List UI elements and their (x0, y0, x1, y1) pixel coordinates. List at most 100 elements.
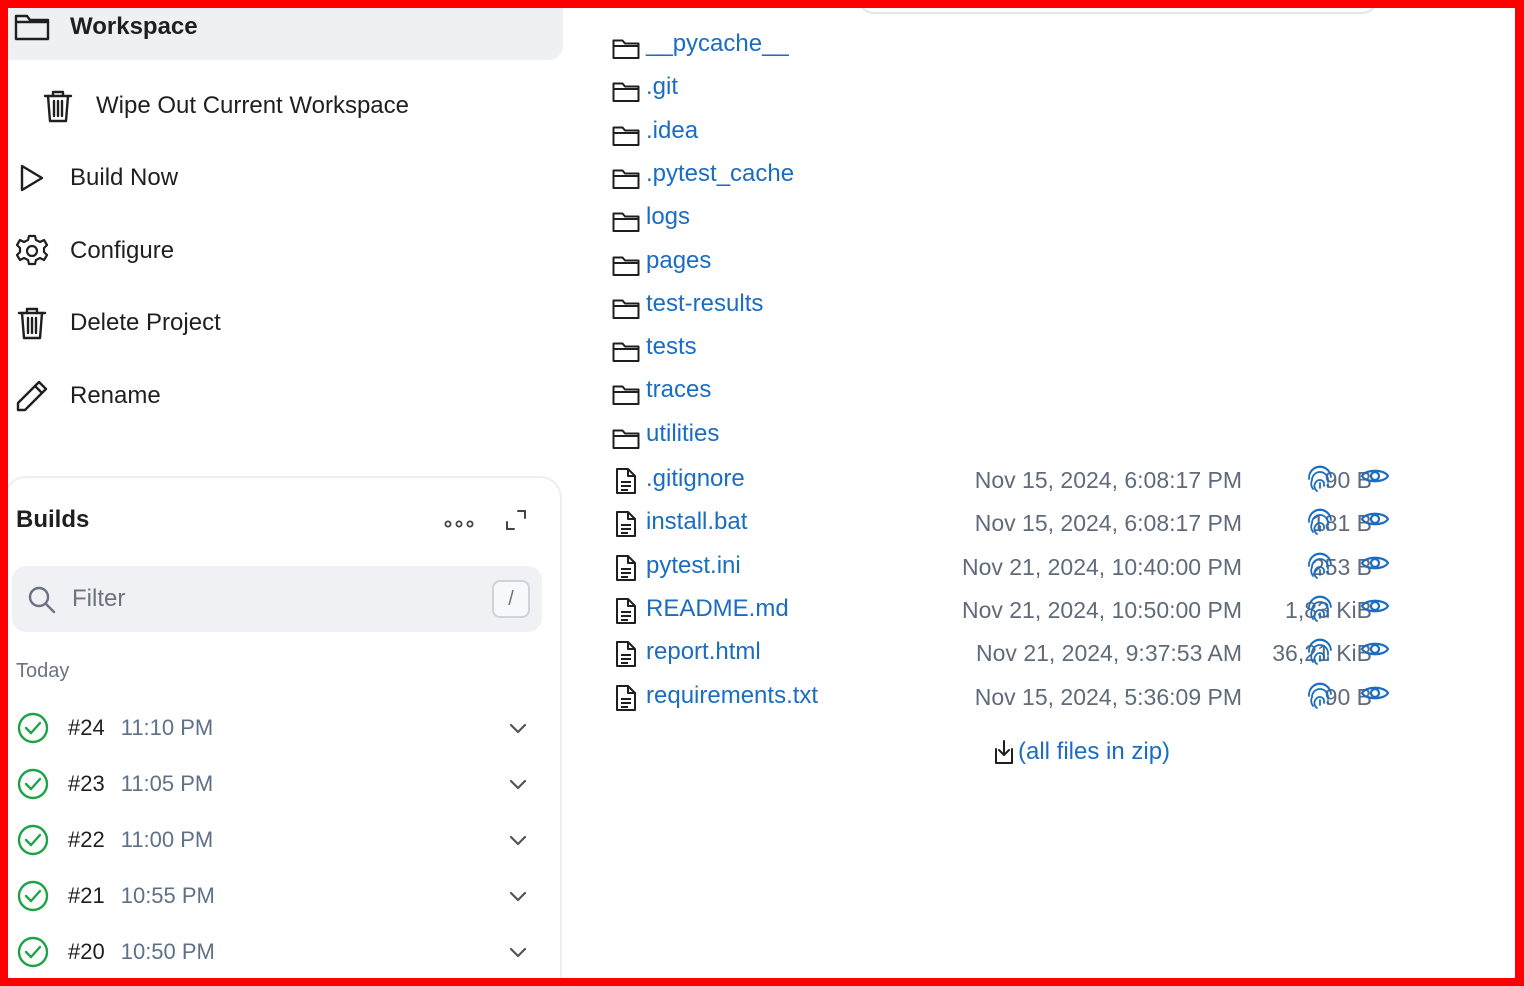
page-frame: Workspace Wipe Out Current Workspace Bui… (8, 8, 1515, 978)
chevron-down-icon[interactable] (506, 884, 530, 908)
keyboard-shortcut-hint: / (492, 580, 530, 618)
builds-filter: / (12, 566, 542, 632)
fingerprint-icon[interactable] (1306, 636, 1334, 666)
file-icon (612, 597, 640, 625)
folder-link[interactable]: traces (646, 376, 711, 404)
folder-icon (612, 249, 640, 277)
build-number[interactable]: #24 (68, 715, 105, 741)
build-number[interactable]: #20 (68, 939, 105, 965)
trash-icon (40, 88, 76, 124)
folder-icon (612, 335, 640, 363)
chevron-down-icon[interactable] (506, 716, 530, 740)
folder-icon (612, 378, 640, 406)
workspace-browser: __pycache__ .git .idea .pytest_cachelogs pag… (568, 8, 1515, 978)
sidebar-item-label: Delete Project (70, 309, 221, 336)
file-link[interactable]: install.bat (646, 508, 747, 536)
build-row[interactable]: #21 10:55 PM (16, 876, 536, 916)
build-row[interactable]: #20 10:50 PM (16, 932, 536, 972)
fingerprint-icon[interactable] (1306, 463, 1334, 493)
folder-link[interactable]: .pytest_cache (646, 160, 794, 188)
file-row: requirements.txt Nov 15, 2024, 5:36:09 PM… (612, 678, 1412, 718)
folder-link[interactable]: tests (646, 333, 697, 361)
sidebar-item-delete-project[interactable]: Delete Project (14, 305, 221, 341)
folder-link[interactable]: logs (646, 203, 690, 231)
header-tab-edge (858, 8, 1378, 14)
file-link[interactable]: README.md (646, 595, 789, 623)
download-zip-link[interactable]: (all files in zip) (992, 738, 1170, 766)
build-time: 10:50 PM (120, 939, 215, 964)
folder-row: .pytest_cache (612, 156, 1412, 196)
expand-icon[interactable] (504, 508, 528, 532)
success-check-icon (16, 935, 50, 969)
success-check-icon (16, 767, 50, 801)
file-row: README.md Nov 21, 2024, 10:50:00 PM 1,83 K… (612, 591, 1412, 631)
build-time: 11:00 PM (120, 827, 214, 852)
build-time: 11:10 PM (120, 715, 214, 740)
fingerprint-icon[interactable] (1306, 680, 1334, 710)
file-date: Nov 15, 2024, 6:08:17 PM (974, 510, 1242, 537)
chevron-down-icon[interactable] (506, 940, 530, 964)
eye-icon[interactable] (1360, 680, 1390, 706)
sidebar-item-rename[interactable]: Rename (14, 378, 161, 414)
build-time: 10:55 PM (120, 883, 215, 908)
build-row[interactable]: #22 11:00 PM (16, 820, 536, 860)
sidebar-item-workspace[interactable]: Workspace (8, 8, 563, 60)
chevron-down-icon[interactable] (506, 772, 530, 796)
fingerprint-icon[interactable] (1306, 593, 1334, 623)
file-icon (612, 684, 640, 712)
build-number[interactable]: #22 (68, 827, 105, 853)
eye-icon[interactable] (1360, 506, 1390, 532)
folder-icon (612, 162, 640, 190)
folder-link[interactable]: .git (646, 73, 678, 101)
folder-link[interactable]: .idea (646, 117, 698, 145)
sidebar-item-label: Configure (70, 237, 175, 264)
folder-row: __pycache__ (612, 26, 1412, 66)
build-number[interactable]: #23 (68, 771, 105, 797)
folder-link[interactable]: utilities (646, 420, 719, 448)
folder-link[interactable]: __pycache__ (646, 30, 789, 58)
sidebar-item-configure[interactable]: Configure (14, 233, 174, 269)
builds-title: Builds (16, 506, 90, 533)
file-link[interactable]: requirements.txt (646, 682, 818, 710)
play-icon (14, 160, 50, 196)
build-time: 11:05 PM (120, 771, 214, 796)
eye-icon[interactable] (1360, 463, 1390, 489)
eye-icon[interactable] (1360, 593, 1390, 619)
file-link[interactable]: report.html (646, 638, 761, 666)
folder-row: traces (612, 372, 1412, 412)
folder-link[interactable]: pages (646, 247, 711, 275)
more-options-icon[interactable] (442, 514, 476, 534)
builds-group-label: Today (16, 660, 70, 682)
sidebar-item-wipe-workspace[interactable]: Wipe Out Current Workspace (40, 88, 409, 124)
folder-link[interactable]: test-results (646, 290, 763, 318)
folder-row: .git (612, 69, 1412, 109)
folder-icon (612, 292, 640, 320)
filter-input[interactable] (72, 580, 472, 618)
file-link[interactable]: .gitignore (646, 465, 745, 493)
sidebar-item-build-now[interactable]: Build Now (14, 160, 178, 196)
eye-icon[interactable] (1360, 636, 1390, 662)
build-row[interactable]: #24 11:10 PM (16, 708, 536, 748)
file-row: report.html Nov 21, 2024, 9:37:53 AM 36,21… (612, 634, 1412, 674)
fingerprint-icon[interactable] (1306, 506, 1334, 536)
folder-icon (612, 119, 640, 147)
build-row[interactable]: #23 11:05 PM (16, 764, 536, 804)
file-date: Nov 21, 2024, 9:37:53 AM (976, 640, 1242, 667)
eye-icon[interactable] (1360, 550, 1390, 576)
build-number[interactable]: #21 (68, 883, 105, 909)
folder-row: .idea (612, 113, 1412, 153)
chevron-down-icon[interactable] (506, 828, 530, 852)
fingerprint-icon[interactable] (1306, 550, 1334, 580)
sidebar: Workspace Wipe Out Current Workspace Bui… (8, 8, 568, 978)
file-icon (612, 554, 640, 582)
folder-row: logs (612, 199, 1412, 239)
sidebar-item-label: Rename (70, 382, 161, 409)
folder-row: tests (612, 329, 1412, 369)
folder-icon (612, 422, 640, 450)
file-link[interactable]: pytest.ini (646, 552, 741, 580)
file-date: Nov 21, 2024, 10:50:00 PM (961, 596, 1242, 623)
pencil-icon (14, 378, 50, 414)
file-icon (612, 510, 640, 538)
success-check-icon (16, 879, 50, 913)
success-check-icon (16, 711, 50, 745)
